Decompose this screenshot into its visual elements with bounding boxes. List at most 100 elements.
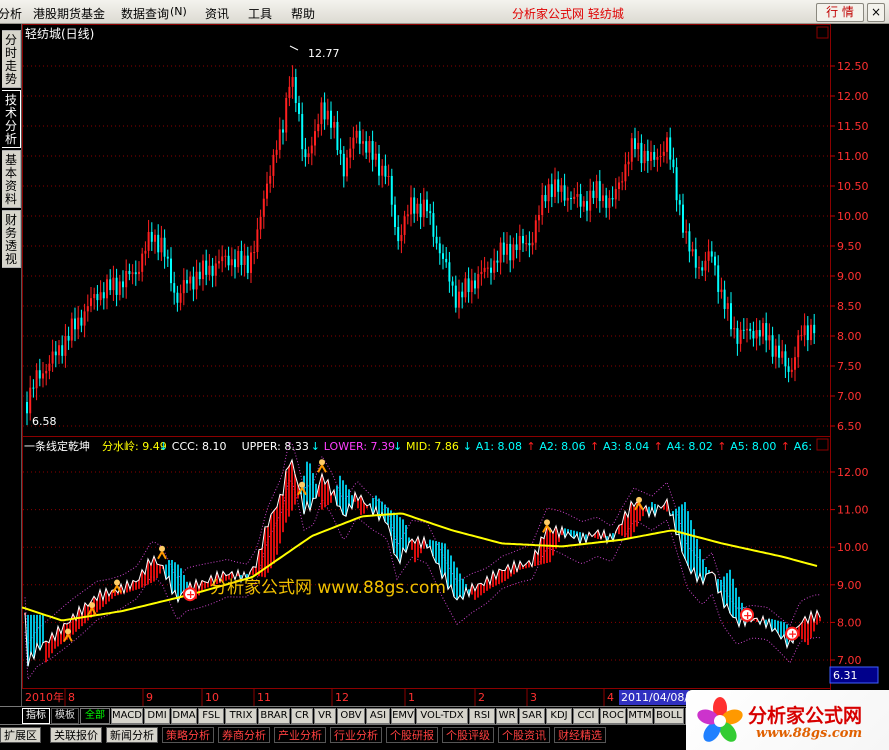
candle-body <box>560 185 563 192</box>
candle-body <box>246 255 249 273</box>
indicator-tab[interactable]: MTM <box>627 708 653 724</box>
candle-body <box>218 261 220 264</box>
indicator-tab[interactable]: VR <box>314 708 336 724</box>
nav-tab[interactable]: 产业分析 <box>274 727 326 743</box>
candle-body <box>778 345 780 358</box>
indicator-tab[interactable]: TRIX <box>225 708 257 724</box>
candle-body <box>598 181 601 202</box>
indicator-tab[interactable]: DMA <box>171 708 197 724</box>
nav-tab[interactable]: 关联报价 <box>50 727 102 743</box>
candle-body <box>224 255 227 257</box>
menu-news[interactable]: 资讯 <box>205 5 229 22</box>
candle-body <box>32 387 35 389</box>
candle-body <box>166 256 169 259</box>
price-tick-label: 11.00 <box>837 150 869 163</box>
indicator-tab[interactable]: FSL <box>198 708 224 724</box>
candle-body <box>666 137 668 152</box>
candle-body <box>742 329 745 331</box>
tab-intraday[interactable]: 分时走势 <box>2 30 21 88</box>
brand-logo: 分析家公式网 www.88gs.com <box>686 690 889 750</box>
nav-tab[interactable]: 新闻分析 <box>106 727 158 743</box>
indicator-tab[interactable]: SAR <box>519 708 545 724</box>
candle-body <box>182 280 185 294</box>
nav-tab[interactable]: 扩展区 <box>0 727 41 743</box>
menu-help[interactable]: 帮助 <box>291 5 315 22</box>
candle-body <box>746 328 748 331</box>
menu-tools[interactable]: 工具 <box>248 5 272 22</box>
candle-body <box>589 190 592 211</box>
legend-item: A3: 8.04 <box>603 440 649 453</box>
nav-tab[interactable]: 券商分析 <box>218 727 270 743</box>
nav-tab[interactable]: 行业分析 <box>330 727 382 743</box>
nav-tab[interactable]: 个股研报 <box>386 727 438 743</box>
indicator-tab[interactable]: 全部 <box>80 708 110 724</box>
candle-body <box>726 303 729 309</box>
price-tick-label: 8.00 <box>837 330 862 343</box>
candle-body <box>144 250 147 254</box>
svg-text:+: + <box>788 628 797 641</box>
candle-body <box>58 345 60 356</box>
nav-tab[interactable]: 个股资讯 <box>498 727 550 743</box>
menu-data-query[interactable]: 数据查询 <box>121 5 169 22</box>
indicator-tab[interactable]: MACD <box>111 708 143 724</box>
svg-text:+: + <box>743 609 752 622</box>
chart-area[interactable]: 12.50 12.00 11.50 11.00 10.50 10.00 9.50 9.00 8.… <box>22 24 889 706</box>
indicator-tab[interactable]: KDJ <box>546 708 572 724</box>
candle-body <box>365 141 368 153</box>
legend-arrow-icon: ↑ <box>654 440 663 453</box>
candle-body <box>99 292 102 301</box>
close-button[interactable]: × <box>867 3 885 22</box>
indicator-tab[interactable]: DMI <box>144 708 170 724</box>
indicator-tab[interactable]: RSI <box>469 708 495 724</box>
indicator-tick-label: 11.00 <box>837 504 869 517</box>
candle-body <box>656 156 659 160</box>
candle-body <box>486 267 489 269</box>
quote-button[interactable]: 行 情 <box>816 3 864 22</box>
candle-body <box>358 130 361 144</box>
candle-body <box>797 335 800 358</box>
candle-body <box>147 231 150 251</box>
indicator-tab[interactable]: CCI <box>573 708 599 724</box>
svg-text:+: + <box>186 588 195 601</box>
indicator-tab[interactable]: EMV <box>391 708 415 724</box>
tab-fundamentals[interactable]: 基本资料 <box>2 150 21 208</box>
window-title: 分析家公式网 轻纺城 <box>512 7 624 21</box>
candle-body <box>771 335 774 357</box>
indicator-tab[interactable]: 指标 <box>22 708 50 724</box>
candle-body <box>230 259 233 266</box>
candle-body <box>195 271 198 290</box>
candle-body <box>624 164 627 182</box>
tab-financials[interactable]: 财务透视 <box>2 210 21 268</box>
candle-body <box>278 129 281 150</box>
indicator-tab[interactable]: BRAR <box>258 708 290 724</box>
nav-tab[interactable]: 财经精选 <box>554 727 606 743</box>
indicator-tab[interactable]: CR <box>291 708 313 724</box>
candle-body <box>730 303 732 330</box>
month-label: 10 <box>205 691 219 704</box>
indicator-tab[interactable]: ASI <box>366 708 390 724</box>
candle-body <box>627 161 630 165</box>
indicator-tab[interactable]: WR <box>496 708 518 724</box>
nav-tab[interactable]: 策略分析 <box>162 727 214 743</box>
candle-body <box>90 298 92 307</box>
candle-body <box>154 234 156 242</box>
indicator-tab[interactable]: 模板 <box>51 708 79 724</box>
indicator-tab[interactable]: OBV <box>337 708 365 724</box>
menu-analysis[interactable]: 分析 <box>0 5 22 22</box>
tab-technical-analysis[interactable]: 技术分析 <box>2 90 21 148</box>
candle-body <box>227 255 230 266</box>
candle-body <box>67 336 70 341</box>
candle-body <box>541 194 544 216</box>
menu-hk-futures-funds[interactable]: 港股期货基金 <box>33 5 105 22</box>
candle-body <box>381 165 384 176</box>
candle-body <box>637 142 640 150</box>
candle-body <box>451 281 454 286</box>
menu-bar: 分析 港股期货基金 数据查询 (N) 资讯 工具 帮助 分析家公式网 轻纺城 行… <box>0 0 889 24</box>
candle-body <box>86 306 89 312</box>
candle-body <box>736 328 739 344</box>
indicator-tab[interactable]: BOLL <box>654 708 684 724</box>
nav-tab[interactable]: 个股评级 <box>442 727 494 743</box>
indicator-tab[interactable]: ROC <box>600 708 626 724</box>
candle-body <box>758 330 761 337</box>
indicator-tab[interactable]: VOL-TDX <box>416 708 468 724</box>
